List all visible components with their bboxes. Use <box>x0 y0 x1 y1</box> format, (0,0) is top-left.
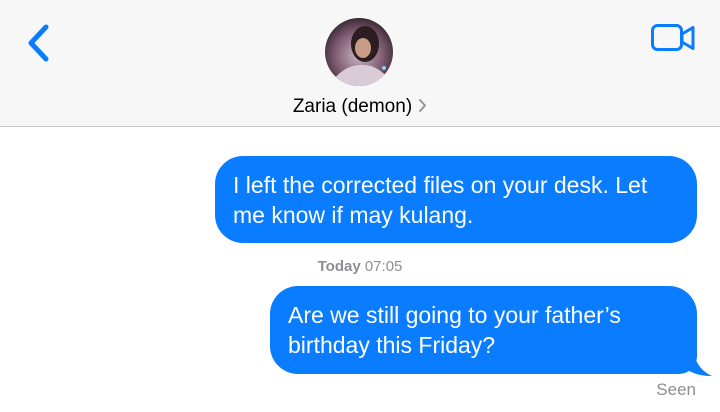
timestamp-day: Today <box>317 258 361 275</box>
avatar[interactable] <box>325 18 393 86</box>
video-camera-icon <box>651 24 695 51</box>
contact-name: Zaria (demon) <box>292 96 413 117</box>
timestamp-time: 07:05 <box>364 258 403 275</box>
video-call-button[interactable] <box>650 22 696 54</box>
chevron-left-icon <box>28 24 49 62</box>
message-bubble[interactable]: Are we still going to your father’s birt… <box>270 286 697 374</box>
contact-name-button[interactable]: Zaria (demon) <box>0 96 720 119</box>
message-text: I left the corrected files on your desk.… <box>233 172 648 228</box>
message-timestamp: Today 07:05 <box>0 258 720 275</box>
message-text: Are we still going to your father’s birt… <box>288 302 621 358</box>
conversation-header: Zaria (demon) <box>0 0 720 127</box>
message-bubble[interactable]: I left the corrected files on your desk.… <box>215 156 697 243</box>
chevron-right-icon <box>419 99 427 112</box>
back-button[interactable] <box>22 22 56 64</box>
read-receipt: Seen <box>656 380 696 399</box>
